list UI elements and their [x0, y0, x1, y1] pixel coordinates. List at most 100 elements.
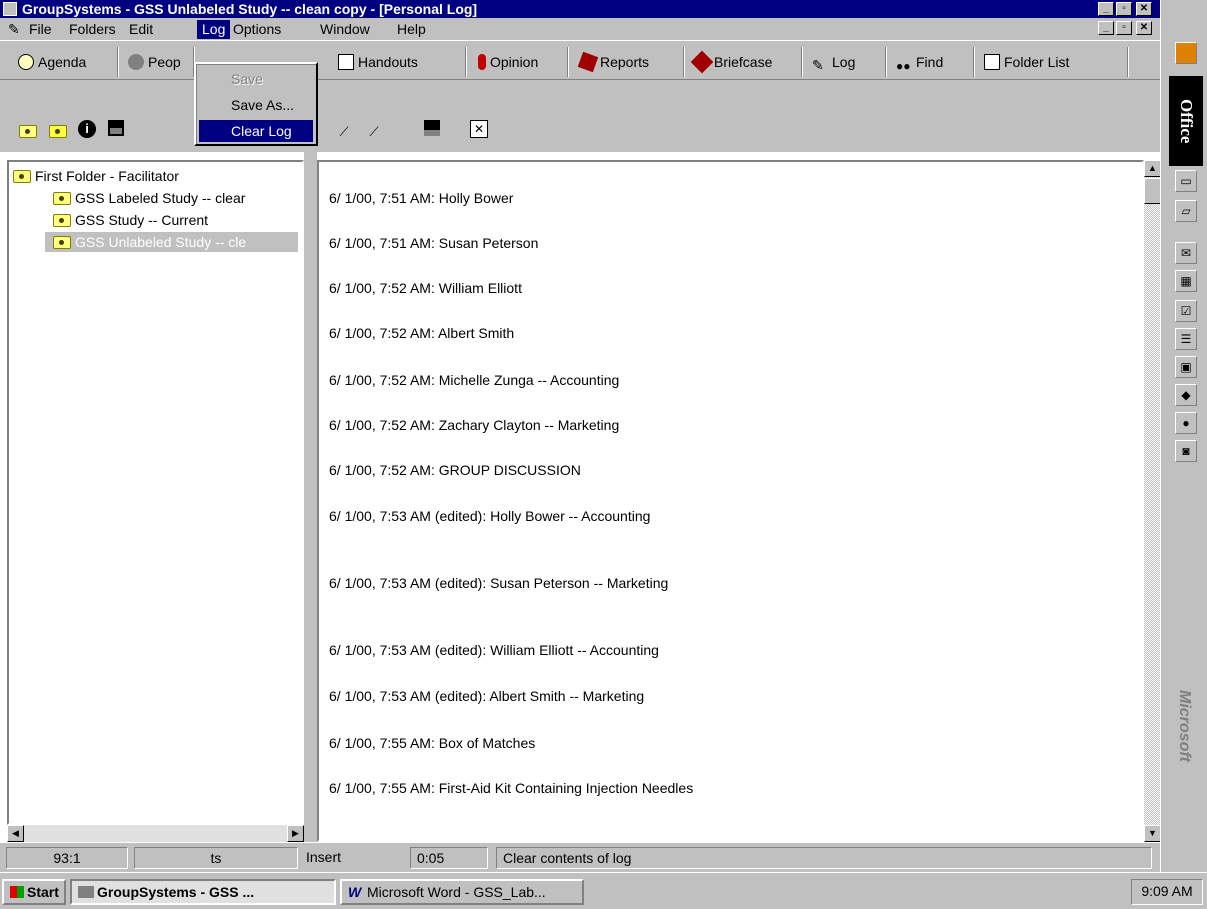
status-time: 0:05: [410, 847, 488, 869]
office-assistant-icon[interactable]: ●: [1175, 412, 1197, 434]
scroll-left-button[interactable]: ◀: [7, 825, 24, 842]
note-icon[interactable]: ◆: [1175, 384, 1197, 406]
office-title: Office: [1169, 76, 1203, 166]
maximize-button[interactable]: ▫: [1116, 2, 1132, 16]
scroll-down-button[interactable]: ▼: [1144, 825, 1161, 842]
log-entry: 6/ 1/00, 7:52 AM: GROUP DISCUSSION: [329, 462, 581, 478]
menu-file[interactable]: File: [24, 20, 57, 39]
status-mode: Insert: [306, 849, 342, 865]
people-button[interactable]: Peop: [124, 47, 194, 77]
journal-icon[interactable]: ▣: [1175, 356, 1197, 378]
tree-item-first-folder[interactable]: First Folder - Facilitator: [13, 166, 298, 186]
open-document-icon[interactable]: ▱: [1175, 200, 1197, 222]
binoculars-icon: ●●: [896, 59, 911, 73]
binder-icon[interactable]: ◙: [1175, 440, 1197, 462]
pane-splitter[interactable]: [304, 152, 317, 842]
tree-item-study-current[interactable]: GSS Study -- Current: [53, 210, 298, 230]
windows-logo-icon: [10, 886, 24, 898]
status-position: 93:1: [6, 847, 128, 869]
log-entry: 6/ 1/00, 7:52 AM: Zachary Clayton -- Mar…: [329, 417, 620, 433]
log-entry: 6/ 1/00, 7:52 AM: Albert Smith: [329, 325, 515, 341]
scroll-right-button[interactable]: ▶: [287, 825, 304, 842]
reports-icon: [577, 51, 599, 73]
people-icon: [128, 54, 144, 70]
office-logo-icon[interactable]: [1175, 42, 1197, 64]
log-entry: 6/ 1/00, 7:51 AM: Susan Peterson: [329, 235, 539, 251]
scroll-thumb[interactable]: [1144, 178, 1161, 204]
document-icon[interactable]: ✎: [8, 21, 20, 38]
appointment-icon[interactable]: ▦: [1175, 270, 1197, 292]
log-entry: 6/ 1/00, 7:53 AM (edited): Holly Bower -…: [329, 508, 651, 524]
menu-item-save-as[interactable]: Save As...: [199, 94, 313, 116]
send-message-icon[interactable]: ✉: [1175, 242, 1197, 264]
log-entry: 6/ 1/00, 7:53 AM (edited): Susan Peterso…: [329, 575, 669, 591]
log-entry: 6/ 1/00, 7:53 AM (edited): Albert Smith …: [329, 688, 645, 704]
find-button[interactable]: ●● Find: [892, 47, 974, 77]
contact-icon[interactable]: ☰: [1175, 328, 1197, 350]
menu-help[interactable]: Help: [392, 20, 431, 39]
close-log-icon[interactable]: ✕: [470, 120, 490, 140]
menu-item-clear-log[interactable]: Clear Log: [199, 120, 313, 142]
menu-bar: ✎ File Folders Edit Log Options Window H…: [0, 18, 1160, 40]
folder-icon: [53, 214, 71, 227]
info-icon[interactable]: i: [78, 120, 98, 140]
tree-item-labeled-study[interactable]: GSS Labeled Study -- clear: [53, 188, 298, 208]
handouts-button[interactable]: Handouts: [334, 47, 466, 77]
new-folder-icon[interactable]: [18, 120, 38, 140]
status-field: ts: [134, 847, 298, 869]
minimize-button[interactable]: _: [1098, 2, 1114, 16]
log-entry: 6/ 1/00, 7:52 AM: Michelle Zunga -- Acco…: [329, 372, 620, 388]
open-folder-icon: [53, 236, 71, 249]
child-minimize-button[interactable]: _: [1098, 21, 1114, 35]
new-document-icon[interactable]: ▭: [1175, 170, 1197, 192]
menu-folders[interactable]: Folders: [64, 20, 121, 39]
scroll-up-button[interactable]: ▲: [1144, 160, 1161, 177]
tree-horizontal-scrollbar[interactable]: ◀ ▶: [7, 825, 304, 842]
title-bar: GroupSystems - GSS Unlabeled Study -- cl…: [0, 0, 1180, 18]
open-folder-icon[interactable]: [48, 120, 68, 140]
save-disk-icon[interactable]: [108, 120, 128, 140]
folder-icon: [13, 170, 31, 183]
log-content[interactable]: 6/ 1/00, 7:51 AM: Holly Bower 6/ 1/00, 7…: [317, 160, 1144, 842]
folder-list-button[interactable]: Folder List: [980, 47, 1128, 77]
taskbar-groupsystems[interactable]: GroupSystems - GSS ...: [70, 879, 336, 905]
menu-log[interactable]: Log: [197, 20, 231, 39]
log-entry: 6/ 1/00, 7:52 AM: William Elliott: [329, 280, 522, 296]
window-title: GroupSystems - GSS Unlabeled Study -- cl…: [22, 1, 478, 17]
log-button[interactable]: ✎ Log: [808, 47, 886, 77]
menu-window[interactable]: Window: [315, 20, 375, 39]
status-message: Clear contents of log: [496, 847, 1152, 869]
text-tool-icon[interactable]: ⟋: [334, 120, 354, 140]
main-toolbar: Agenda Peop Handouts Opinion Reports Bri…: [0, 40, 1160, 80]
taskbar: Start GroupSystems - GSS ... W Microsoft …: [0, 872, 1207, 909]
child-close-button[interactable]: ✕: [1136, 21, 1152, 35]
briefcase-icon: [690, 50, 714, 74]
office-shortcut-bar: Office ▭ ▱ ✉ ▦ ☑ ☰ ▣ ◆ ● ◙ Microsoft: [1160, 0, 1207, 872]
menu-item-save[interactable]: Save: [199, 68, 313, 90]
tree-item-unlabeled-study[interactable]: GSS Unlabeled Study -- cle: [45, 232, 298, 252]
agenda-button[interactable]: Agenda: [14, 47, 118, 77]
task-icon[interactable]: ☑: [1175, 300, 1197, 322]
microsoft-brand: Microsoft: [1176, 690, 1193, 762]
agenda-icon: [18, 54, 34, 70]
close-button[interactable]: ✕: [1136, 2, 1152, 16]
log-entry: 6/ 1/00, 7:53 AM (edited): William Ellio…: [329, 642, 659, 658]
log-vertical-scrollbar[interactable]: ▲ ▼: [1144, 160, 1161, 842]
taskbar-word[interactable]: W Microsoft Word - GSS_Lab...: [340, 879, 584, 905]
groupsystems-icon: [78, 886, 94, 898]
folder-tree: First Folder - Facilitator GSS Labeled S…: [7, 160, 304, 825]
briefcase-button[interactable]: Briefcase: [690, 47, 802, 77]
log-entry: 6/ 1/00, 7:55 AM: Box of Matches: [329, 735, 536, 751]
opinion-button[interactable]: Opinion: [474, 47, 568, 77]
reports-button[interactable]: Reports: [576, 47, 684, 77]
app-icon[interactable]: [3, 2, 17, 16]
menu-edit[interactable]: Edit: [124, 20, 158, 39]
thermometer-icon: [478, 54, 486, 70]
save-log-icon[interactable]: [424, 120, 444, 140]
log-dropdown-menu: Save Save As... Clear Log: [194, 62, 318, 146]
start-button[interactable]: Start: [2, 879, 66, 905]
child-restore-button[interactable]: ▫: [1116, 21, 1132, 35]
pen-tool-icon[interactable]: ⟋: [364, 120, 384, 140]
menu-options[interactable]: Options: [228, 20, 286, 39]
handouts-icon: [338, 54, 354, 70]
